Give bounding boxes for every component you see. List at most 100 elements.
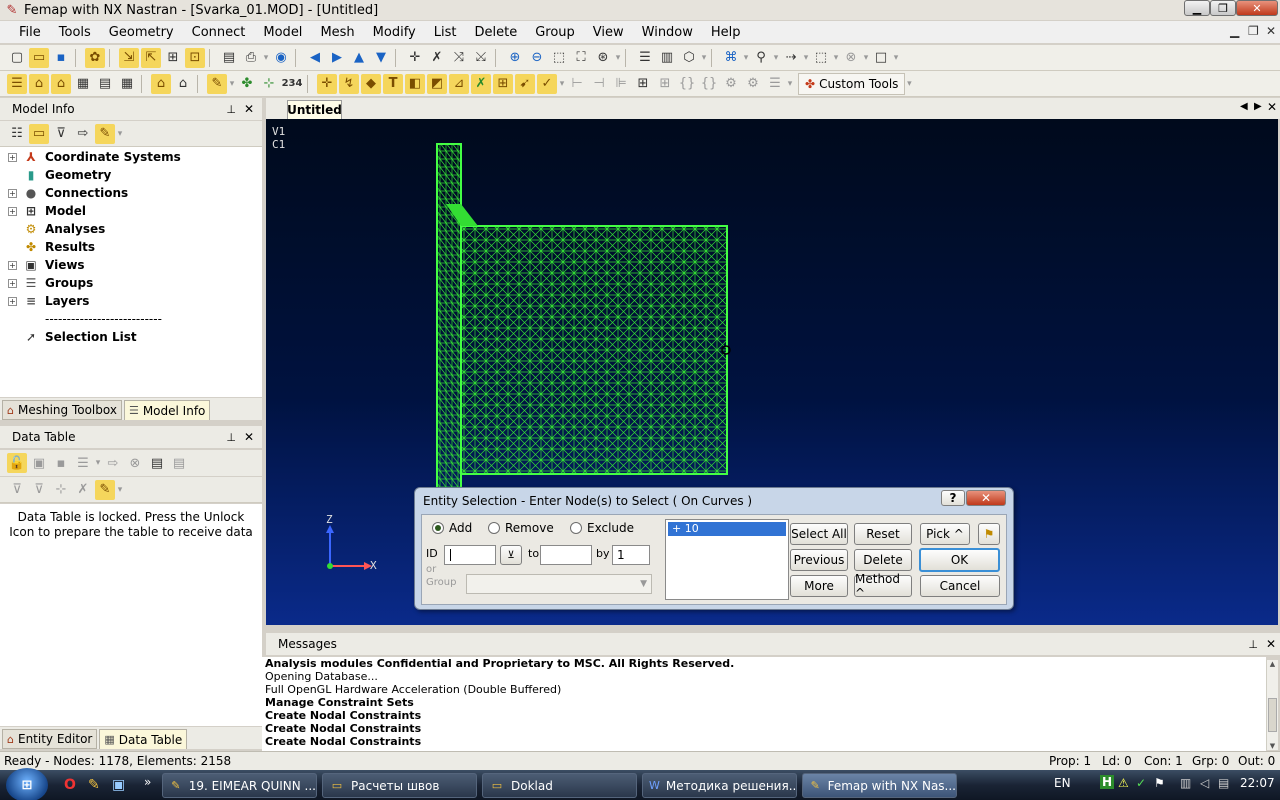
table-edit-dropdown-icon[interactable]: ▾ (117, 480, 123, 500)
group-select[interactable]: ▼ (466, 574, 652, 594)
menu-modify[interactable]: Modify (364, 25, 425, 40)
maximize-button[interactable]: ❐ (1210, 0, 1236, 16)
tree-item-connections[interactable]: + ● Connections (8, 184, 128, 202)
pick-query-dropdown-icon[interactable]: ▾ (833, 48, 839, 68)
taskbar-item[interactable]: ✎ 19. EIMEAR QUINN ... (162, 773, 317, 798)
radio-exclude[interactable]: Exclude (570, 521, 634, 535)
expand-icon[interactable]: + (8, 206, 17, 216)
entity-editor-icon[interactable]: ⌂ (51, 73, 71, 94)
close-button[interactable]: ✕ (1236, 0, 1278, 16)
tree-item-model[interactable]: + ⊞ Model (8, 202, 86, 220)
snap-icon[interactable]: ⊗ (841, 48, 861, 68)
messages-scrollbar[interactable]: ▲ ▼ (1266, 660, 1278, 750)
view-options-icon[interactable]: ☰ (635, 48, 655, 68)
constraint-icon[interactable]: ◩ (427, 73, 447, 94)
quicklaunch-more-icon[interactable]: » (144, 775, 151, 789)
tree-item-groups[interactable]: + ☰ Groups (8, 274, 93, 292)
language-indicator[interactable]: EN (1054, 776, 1071, 790)
tray-icon-network[interactable]: ▥ (1180, 776, 1191, 790)
tree-item-results[interactable]: ✤ Results (8, 238, 95, 256)
pin-icon[interactable]: ⊥ (226, 431, 236, 444)
table-edit-icon[interactable]: ✎ (95, 479, 115, 500)
opera-icon[interactable]: O (64, 777, 76, 793)
braces-ext-icon[interactable]: {} (699, 74, 719, 94)
model-info-toggle-icon[interactable]: ☰ (7, 73, 27, 94)
tab-scroll-right-icon[interactable]: ▶ (1254, 101, 1262, 112)
method-button[interactable]: Method ^ (854, 572, 912, 600)
tree-folder-icon[interactable]: ▭ (29, 123, 49, 144)
dialog-close-button[interactable]: ✕ (966, 490, 1006, 506)
table-split-icon[interactable]: ⊞ (655, 74, 675, 94)
cross-icon[interactable]: ✗ (471, 73, 491, 94)
scroll-down-icon[interactable]: ▼ (1267, 742, 1278, 750)
menu-connect[interactable]: Connect (183, 25, 255, 40)
tree-item-selection-list[interactable]: ➚ Selection List (8, 328, 137, 346)
expand-icon[interactable]: + (8, 278, 17, 288)
tree-item-layers[interactable]: + ≡ Layers (8, 292, 89, 310)
cancel-button[interactable]: Cancel (920, 575, 1000, 597)
align-right-icon[interactable]: ⊫ (611, 74, 631, 94)
rotate-y-icon[interactable]: ⤨ (449, 48, 469, 68)
copy-icon[interactable]: ▣ (29, 453, 49, 473)
toolbar-chevron-icon[interactable]: ▾ (263, 48, 269, 68)
tab-scroll-left-icon[interactable]: ◀ (1240, 101, 1248, 112)
pan-down-icon[interactable]: ▼ (371, 48, 391, 68)
check-icon[interactable]: ✓ (537, 73, 557, 94)
zoom-in-icon[interactable]: ⊕ (505, 48, 525, 68)
pan-up-icon[interactable]: ▲ (349, 48, 369, 68)
quicklaunch-desktop-icon[interactable]: ▣ (112, 777, 125, 793)
tree-edit-icon[interactable]: ✎ (95, 123, 115, 144)
send-icon[interactable]: ⇨ (103, 453, 123, 473)
number-icon[interactable]: 234 (281, 74, 303, 94)
menu-list[interactable]: List (425, 25, 466, 40)
list-icon[interactable]: ☰ (765, 74, 785, 94)
gear-icon[interactable]: ⚙ (721, 74, 741, 94)
tree-item-geometry[interactable]: ▮ Geometry (8, 166, 112, 184)
menu-geometry[interactable]: Geometry (100, 25, 183, 40)
taskbar-item[interactable]: ✎ Femap with NX Nas... (802, 773, 957, 798)
point-icon[interactable]: ✛ (317, 73, 337, 94)
selection-list-item[interactable]: + 10 (668, 522, 786, 536)
select-dropdown-icon[interactable]: ▾ (773, 48, 779, 68)
grid-node-icon[interactable]: ⊞ (493, 73, 513, 94)
model-data-icon[interactable]: ✿ (85, 47, 105, 68)
menu-help[interactable]: Help (702, 25, 750, 40)
pick-mode-icon[interactable]: ⇢ (781, 48, 801, 68)
save-icon[interactable]: ▪ (51, 48, 71, 68)
pick-cursor-button[interactable]: ⚑ (978, 523, 1000, 545)
tab-meshing-toolbox[interactable]: ⌂ Meshing Toolbox (2, 400, 122, 420)
tab-data-table[interactable]: ▦ Data Table (99, 729, 188, 749)
taskbar-item[interactable]: ▭ Doklad (482, 773, 637, 798)
export-icon[interactable]: ⇱ (141, 47, 161, 68)
toolbar-chevron-icon[interactable]: ▾ (787, 74, 793, 94)
radio-remove[interactable]: Remove (488, 521, 554, 535)
pick-button[interactable]: Pick ^ (920, 523, 970, 545)
menu-window[interactable]: Window (633, 25, 702, 40)
clear-icon[interactable]: ⊗ (125, 453, 145, 473)
rotate-z-icon[interactable]: ⤩ (471, 48, 491, 68)
entity-display-icon[interactable]: ⌘ (721, 48, 741, 68)
previous-button[interactable]: Previous (790, 549, 848, 571)
view-orient-dropdown-icon[interactable]: ▾ (615, 48, 621, 68)
new-file-icon[interactable]: ▢ (7, 48, 27, 68)
pick-query-icon[interactable]: ⬚ (811, 48, 831, 68)
view-orient-icon[interactable]: ⊛ (593, 48, 613, 68)
menu-view[interactable]: View (584, 25, 633, 40)
tree-edit-dropdown-icon[interactable]: ▾ (117, 124, 123, 144)
menu-group[interactable]: Group (526, 25, 584, 40)
arrow-load-icon[interactable]: ➹ (515, 73, 535, 94)
list-dropdown-icon[interactable]: ▾ (95, 453, 101, 473)
braces-icon[interactable]: {} (677, 74, 697, 94)
grid-icon[interactable]: ▦ (117, 74, 137, 94)
tree-options-icon[interactable]: ☷ (7, 124, 27, 144)
zoom-window-icon[interactable]: ⬚ (549, 48, 569, 68)
pan-left-icon[interactable]: ◀ (305, 48, 325, 68)
menu-mesh[interactable]: Mesh (311, 25, 363, 40)
tray-icon-flag[interactable]: ⚑ (1154, 776, 1165, 790)
taskbar-item[interactable]: W Методика решения... (642, 773, 797, 798)
messages-icon[interactable]: ▤ (95, 74, 115, 94)
custom-tools-dropdown-icon[interactable]: ▾ (906, 74, 912, 94)
toolbar-chevron-icon[interactable]: ▾ (559, 74, 565, 94)
start-button[interactable]: ⊞ (6, 768, 48, 800)
menu-delete[interactable]: Delete (465, 25, 526, 40)
